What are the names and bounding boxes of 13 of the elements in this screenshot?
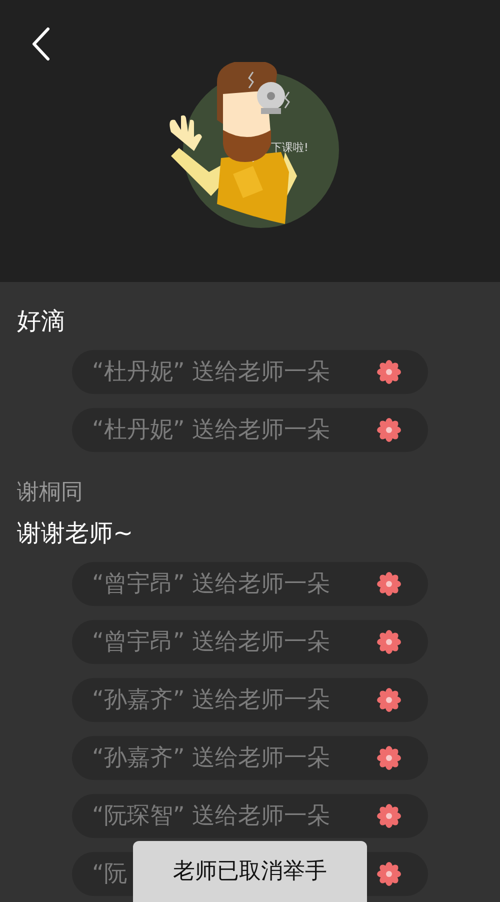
gift-text: “曾宇昂” 送给老师一朵 [92, 628, 330, 657]
author-name: 谢桐同 [17, 479, 83, 507]
message-text: 谢谢老师~ [17, 518, 134, 549]
gift-text: “杜丹妮” 送给老师一朵 [92, 416, 330, 445]
gift-text: “曾宇昂” 送给老师一朵 [92, 570, 330, 599]
message-text: 好滴 [17, 306, 65, 337]
gift-text: “阮 [92, 860, 127, 889]
illustration-caption: 下课啦! [271, 140, 308, 156]
gift-text: “杜丹妮” 送给老师一朵 [92, 358, 330, 387]
gift-text: “孙嘉齐” 送给老师一朵 [92, 744, 330, 773]
gift-text: “孙嘉齐” 送给老师一朵 [92, 686, 330, 715]
toast-text: 老师已取消举手 [173, 858, 327, 886]
gift-text: “阮琛智” 送给老师一朵 [92, 802, 330, 831]
